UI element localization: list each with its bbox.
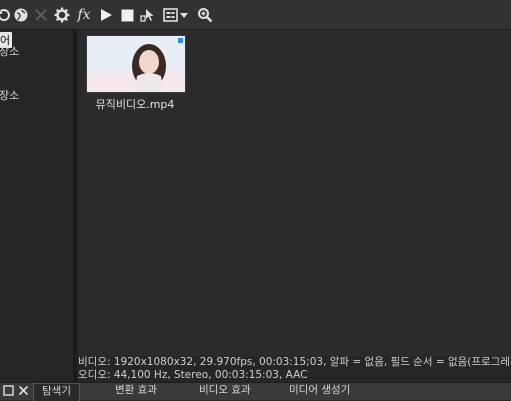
selection-marker-icon — [178, 38, 183, 43]
media-pool: 뮤직비디오.mp4 — [77, 30, 511, 355]
dropdown-arrow-icon[interactable] — [178, 5, 190, 25]
gear-icon[interactable] — [52, 5, 72, 25]
fx-icon[interactable]: fx — [74, 5, 94, 25]
view-icon[interactable] — [160, 5, 180, 25]
play-icon[interactable] — [96, 5, 116, 25]
media-item-name[interactable]: 뮤직비디오.mp4 — [77, 96, 193, 112]
zoom-icon[interactable] — [195, 5, 215, 25]
stop-icon[interactable] — [117, 5, 137, 25]
sidebar: 어 장소 장소 — [0, 30, 73, 382]
media-info-panel: 비디오: 1920x1080x32, 29.970fps, 00:03:15;0… — [77, 356, 511, 382]
tab-bar: 탐색기 변환 효과 비디오 효과 미디어 생성기 — [0, 382, 511, 401]
tab-explorer[interactable]: 탐색기 — [33, 383, 80, 401]
tab-video-fx[interactable]: 비디오 효과 — [191, 383, 259, 400]
sidebar-item-storage[interactable]: 장소 — [0, 43, 19, 59]
window-restore-icon[interactable] — [3, 385, 15, 397]
media-thumbnail[interactable] — [86, 35, 186, 93]
close-panel-icon[interactable] — [18, 385, 30, 397]
close-icon[interactable] — [31, 5, 51, 25]
tab-media-generators[interactable]: 미디어 생성기 — [281, 383, 358, 400]
video-info-text: 비디오: 1920x1080x32, 29.970fps, 00:03:15;0… — [78, 356, 511, 368]
sidebar-item-storage-2[interactable]: 장소 — [0, 87, 19, 103]
auto-preview-icon[interactable] — [138, 5, 158, 25]
globe-icon[interactable] — [11, 5, 31, 25]
tab-transitions[interactable]: 변환 효과 — [107, 383, 165, 400]
toolbar: fx — [0, 0, 511, 30]
thumbnail-image — [87, 36, 185, 92]
audio-info-text: 오디오: 44,100 Hz, Stereo, 00:03:15:03, AAC — [78, 369, 308, 381]
